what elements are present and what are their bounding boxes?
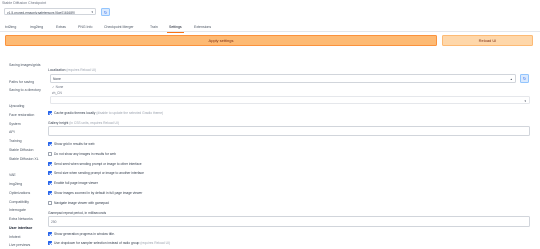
gamepad-nav-label: Navigate image viewer with gamepad: [53, 201, 109, 205]
full-page-viewer-label: Enable full page image viewer: [53, 181, 98, 185]
sidebar-item-optimizations[interactable]: Optimizations: [9, 191, 45, 195]
gamepad-nav-checkbox[interactable]: Navigate image viewer with gamepad: [48, 201, 109, 206]
localization-label-text: Localization: [48, 68, 66, 72]
sampler-dropdown-label: Use dropdown for sampler selection inste…: [53, 241, 140, 245]
full-page-viewer-checkbox[interactable]: Enable full page image viewer: [48, 181, 98, 186]
gallery-height-hint: (in CSS units, requires Reload UI): [69, 121, 119, 125]
checkbox-icon: [48, 171, 52, 175]
zoom-default-checkbox[interactable]: Show images zoomed in by default in full…: [48, 191, 142, 196]
sidebar-item-vae[interactable]: VAE: [9, 173, 45, 177]
sidebar-item-paths[interactable]: Paths for saving: [9, 80, 45, 84]
show-grid-label: Show grid in results for web: [53, 142, 95, 146]
localization-label: Localization (requires Reload UI): [48, 68, 96, 72]
chevron-up-icon: ▴: [510, 76, 512, 81]
tab-bar: txt2img img2img Extras PNG Info Checkpoi…: [0, 23, 540, 33]
dropdown-option-zh-cn[interactable]: zh_CN: [52, 91, 62, 95]
gallery-height-label-text: Gallery height: [48, 121, 69, 125]
theme-dropdown[interactable]: ▾: [50, 96, 530, 104]
checkpoint-refresh-button[interactable]: ↻: [101, 8, 110, 16]
sidebar-item-saving-images[interactable]: Saving images/grids: [9, 63, 45, 67]
zoom-default-label: Show images zoomed in by default in full…: [53, 191, 143, 195]
checkbox-icon: [48, 232, 52, 236]
refresh-icon: ↻: [103, 10, 108, 15]
sidebar-item-sdxl[interactable]: Stable Diffusion XL: [9, 157, 45, 161]
gallery-height-label: Gallery height (in CSS units, requires R…: [48, 121, 119, 125]
dropdown-option-none[interactable]: None: [52, 85, 64, 89]
localization-dropdown[interactable]: None ▴: [50, 74, 516, 83]
checkbox-icon: [48, 162, 52, 166]
checkpoint-select[interactable]: v1-5-pruned-emaonly.safetensors [6ce0161…: [4, 8, 96, 15]
tab-train[interactable]: Train: [150, 25, 158, 29]
sidebar-item-api[interactable]: API: [9, 130, 45, 134]
cache-themes-hint: (disable to update the selected Gradio t…: [96, 111, 164, 115]
sidebar-item-system[interactable]: System: [9, 122, 45, 126]
tab-txt2img[interactable]: txt2img: [5, 25, 16, 29]
cache-themes-checkbox[interactable]: Cache gradio themes locally (disable to …: [48, 111, 163, 116]
sidebar-item-extra-networks[interactable]: Extra Networks: [9, 217, 45, 221]
gamepad-period-input[interactable]: 250: [48, 216, 530, 227]
sidebar-item-stable-diffusion[interactable]: Stable Diffusion: [9, 148, 45, 152]
sidebar-item-img2img[interactable]: img2img: [9, 182, 45, 186]
localization-hint: (requires Reload UI): [66, 68, 97, 72]
sidebar-item-live-previews[interactable]: Live previews: [9, 243, 45, 247]
chevron-down-icon: ▾: [91, 10, 93, 15]
checkpoint-value: v1-5-pruned-emaonly.safetensors [6ce0161…: [7, 10, 75, 15]
sidebar-item-upscaling[interactable]: Upscaling: [9, 104, 45, 108]
chevron-down-icon: ▾: [524, 98, 526, 103]
app-title: Stable Diffusion Checkpoint: [2, 1, 47, 5]
generation-progress-checkbox[interactable]: Show generation progress in window title…: [48, 232, 115, 237]
hide-images-label: Do not show any images in results for we…: [53, 152, 116, 156]
sidebar-item-compatibility[interactable]: Compatibility: [9, 200, 45, 204]
sampler-dropdown-checkbox[interactable]: Use dropdown for sampler selection inste…: [48, 241, 170, 246]
tab-img2img[interactable]: img2img: [30, 25, 43, 29]
refresh-icon: ↻: [522, 76, 527, 81]
sidebar-item-training[interactable]: Training: [9, 139, 45, 143]
tab-png-info[interactable]: PNG Info: [78, 25, 92, 29]
checkbox-icon: [48, 201, 52, 205]
sidebar-item-user-interface[interactable]: User interface: [9, 226, 45, 230]
cache-themes-label: Cache gradio themes locally: [53, 111, 96, 115]
gallery-height-input[interactable]: [48, 126, 530, 136]
sidebar-item-interrogate[interactable]: Interrogate: [9, 208, 45, 212]
checkbox-icon: [48, 181, 52, 185]
hide-images-checkbox[interactable]: Do not show any images in results for we…: [48, 152, 116, 157]
sidebar-item-infotext[interactable]: Infotext: [9, 235, 45, 239]
checkbox-icon: [48, 142, 52, 146]
send-size-checkbox[interactable]: Send size when sending prompt or image t…: [48, 171, 144, 176]
checkbox-icon: [48, 241, 52, 245]
tab-extensions[interactable]: Extensions: [194, 25, 211, 29]
show-grid-checkbox[interactable]: Show grid in results for web: [48, 142, 94, 147]
tab-settings[interactable]: Settings: [167, 25, 184, 33]
localization-value: None: [53, 76, 61, 81]
generation-progress-label: Show generation progress in window title…: [53, 232, 115, 236]
checkbox-icon: [48, 152, 52, 156]
sidebar-item-face-restoration[interactable]: Face restoration: [9, 113, 45, 117]
apply-settings-button[interactable]: Apply settings: [5, 35, 437, 46]
send-seed-label: Send seed when sending prompt or image t…: [53, 162, 142, 166]
checkbox-icon: [48, 191, 52, 195]
tab-extras[interactable]: Extras: [56, 25, 66, 29]
sidebar-item-saving-directory[interactable]: Saving to a directory: [9, 88, 45, 92]
send-seed-checkbox[interactable]: Send seed when sending prompt or image t…: [48, 162, 142, 167]
sampler-dropdown-hint: (requires Reload UI): [140, 241, 170, 245]
reload-ui-button[interactable]: Reload UI: [442, 35, 533, 46]
localization-refresh-button[interactable]: ↻: [520, 74, 529, 83]
send-size-label: Send size when sending prompt or image t…: [53, 171, 144, 175]
gamepad-period-label: Gamepad repeat period, in milliseconds: [48, 211, 107, 215]
tab-checkpoint-merger[interactable]: Checkpoint Merger: [104, 25, 134, 29]
checkbox-icon: [48, 111, 52, 115]
